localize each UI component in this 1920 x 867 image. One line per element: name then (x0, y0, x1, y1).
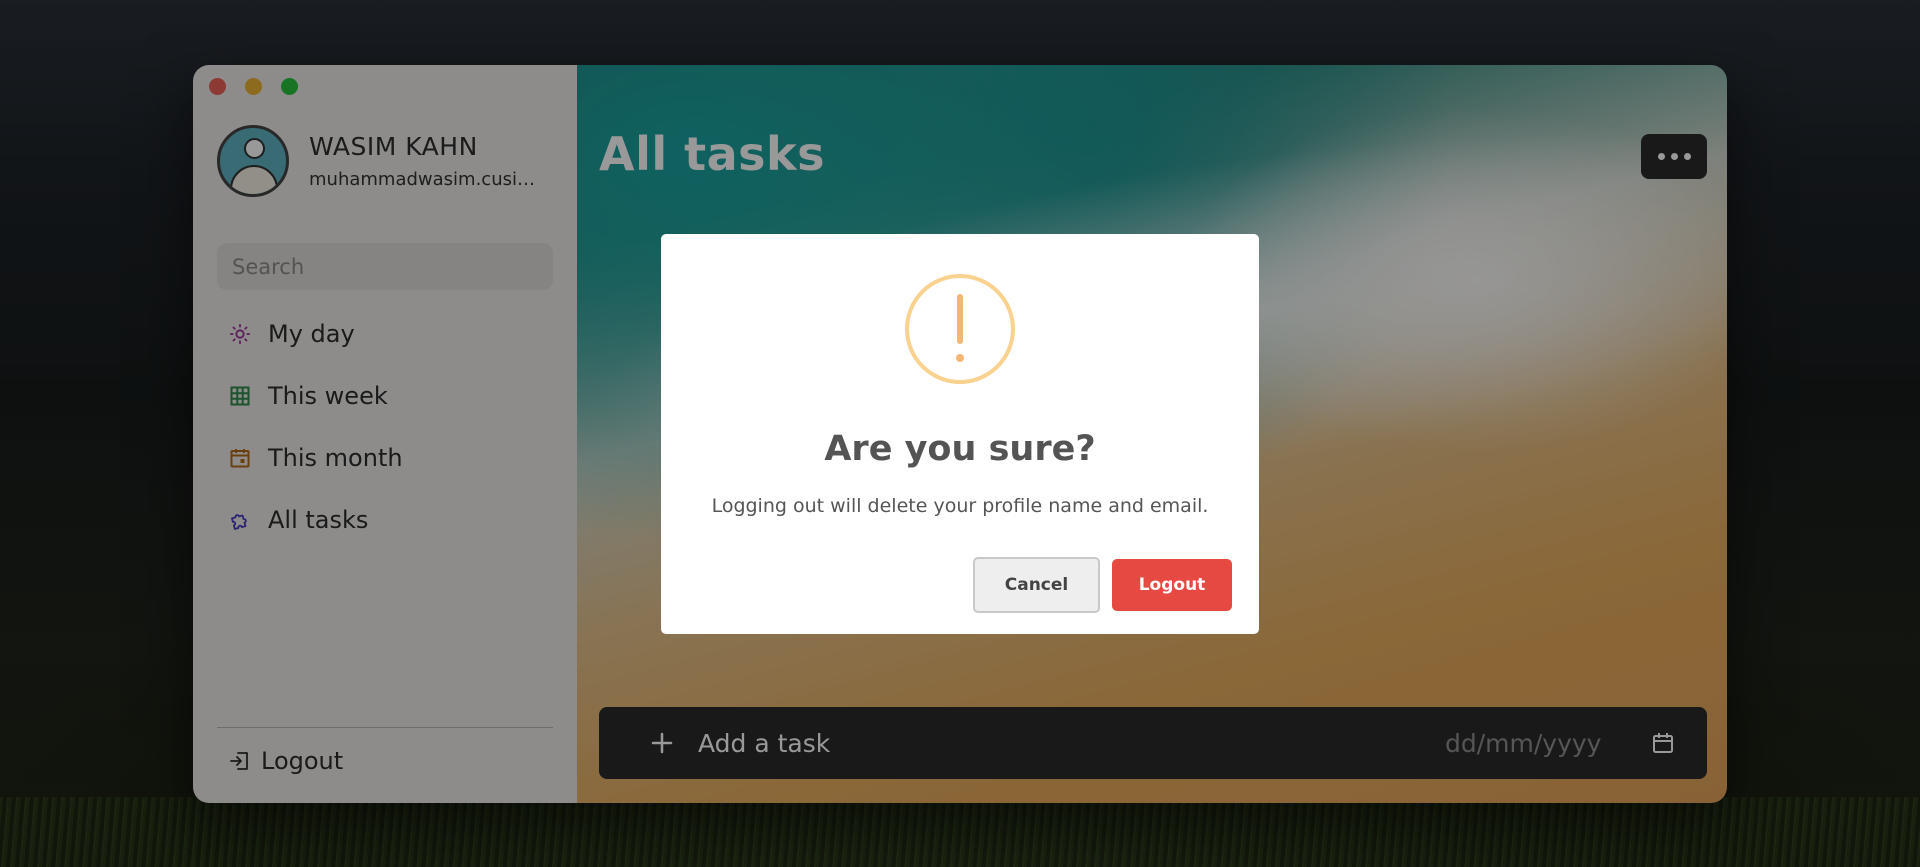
logout-button[interactable]: Logout (1112, 559, 1232, 611)
confirm-logout-dialog: Are you sure? Logging out will delete yo… (661, 234, 1259, 634)
dialog-message: Logging out will delete your profile nam… (711, 495, 1209, 517)
cancel-button[interactable]: Cancel (973, 557, 1100, 613)
dialog-title: Are you sure? (824, 429, 1096, 469)
warning-icon (905, 274, 1015, 384)
